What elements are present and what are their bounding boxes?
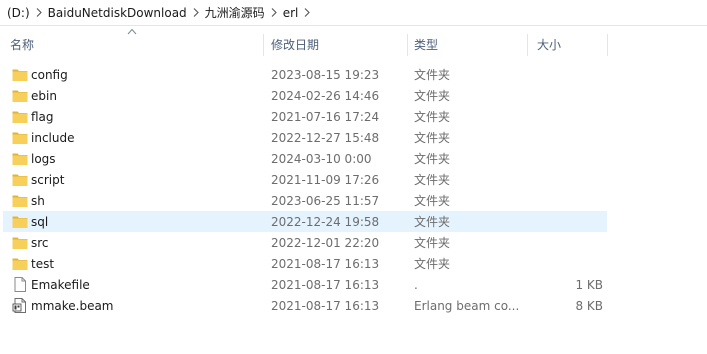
file-row[interactable]: flag 2021-07-16 17:24 文件夹 — [3, 106, 607, 127]
file-type: 文件夹 — [414, 131, 451, 145]
file-row[interactable]: logs 2024-03-10 0:00 文件夹 — [3, 148, 607, 169]
file-row[interactable]: mmake.beam 2021-08-17 16:13 Erlang beam … — [3, 295, 607, 316]
file-date: 2022-12-24 19:58 — [271, 214, 380, 229]
file-type: . — [414, 277, 418, 292]
folder-icon — [12, 88, 28, 103]
breadcrumb-source[interactable]: 九洲渝源码 — [202, 2, 268, 24]
file-type: 文件夹 — [414, 152, 451, 166]
file-type: 文件夹 — [414, 257, 451, 271]
file-date: 2024-03-10 0:00 — [271, 151, 372, 166]
file-row[interactable]: ebin 2024-02-26 14:46 文件夹 — [3, 85, 607, 106]
file-name: sql — [31, 214, 49, 229]
file-date: 2021-08-17 16:13 — [271, 298, 380, 313]
file-name: src — [31, 235, 49, 250]
file-date: 2021-11-09 17:26 — [271, 172, 380, 187]
chevron-right-icon[interactable] — [268, 2, 280, 24]
explorer-window: (D:) BaiduNetdiskDownload 九洲渝源码 erl 名称 修… — [0, 0, 707, 354]
file-name: mmake.beam — [31, 298, 114, 313]
file-name: script — [31, 172, 65, 187]
column-divider[interactable] — [607, 34, 608, 56]
file-type: 文件夹 — [414, 89, 451, 103]
file-type: 文件夹 — [414, 236, 451, 250]
file-name: include — [31, 130, 75, 145]
folder-icon — [12, 151, 28, 166]
file-name: ebin — [31, 88, 57, 103]
file-name: logs — [31, 151, 56, 166]
file-type: 文件夹 — [414, 215, 451, 229]
column-type[interactable]: 类型 — [414, 30, 526, 58]
file-name: test — [31, 256, 55, 271]
column-date[interactable]: 修改日期 — [271, 30, 407, 58]
folder-icon — [12, 256, 28, 271]
chevron-right-icon[interactable] — [190, 2, 202, 24]
folder-icon — [12, 109, 28, 124]
file-row[interactable]: sh 2023-06-25 11:57 文件夹 — [3, 190, 607, 211]
column-header: 名称 修改日期 类型 大小 — [0, 28, 610, 58]
file-date: 2021-07-16 17:24 — [271, 109, 380, 124]
column-size[interactable]: 大小 — [537, 30, 603, 58]
folder-icon — [12, 235, 28, 250]
file-row[interactable]: config 2023-08-15 19:23 文件夹 — [3, 64, 607, 85]
file-row[interactable]: sql 2022-12-24 19:58 文件夹 — [3, 211, 607, 232]
file-size: 1 KB — [575, 277, 603, 292]
file-name: flag — [31, 109, 54, 124]
file-type: Erlang beam co... — [414, 298, 520, 313]
file-name: config — [31, 67, 68, 82]
column-divider[interactable] — [407, 34, 408, 56]
file-date: 2022-12-01 22:20 — [271, 235, 380, 250]
file-name: sh — [31, 193, 45, 208]
file-row[interactable]: Emakefile 2021-08-17 16:13 . 1 KB — [3, 274, 607, 295]
file-type: 文件夹 — [414, 194, 451, 208]
folder-icon — [12, 214, 28, 229]
file-date: 2024-02-26 14:46 — [271, 88, 380, 103]
folder-icon — [12, 130, 28, 145]
folder-icon — [12, 67, 28, 82]
address-bar[interactable]: (D:) BaiduNetdiskDownload 九洲渝源码 erl — [0, 0, 707, 26]
file-date: 2022-12-27 15:48 — [271, 130, 380, 145]
column-divider[interactable] — [527, 34, 528, 56]
file-row[interactable]: src 2022-12-01 22:20 文件夹 — [3, 232, 607, 253]
file-row[interactable]: test 2021-08-17 16:13 文件夹 — [3, 253, 607, 274]
file-row[interactable]: script 2021-11-09 17:26 文件夹 — [3, 169, 607, 190]
column-name[interactable]: 名称 — [10, 30, 260, 58]
file-type: 文件夹 — [414, 68, 451, 82]
chevron-right-icon[interactable] — [33, 2, 45, 24]
folder-icon — [12, 193, 28, 208]
breadcrumb-drive[interactable]: (D:) — [4, 2, 33, 24]
file-row[interactable]: include 2022-12-27 15:48 文件夹 — [3, 127, 607, 148]
file-list: config 2023-08-15 19:23 文件夹 ebin 2024-02… — [0, 64, 610, 316]
file-date: 2023-06-25 11:57 — [271, 193, 380, 208]
chevron-right-icon[interactable] — [301, 2, 313, 24]
breadcrumb-baidunetdisk[interactable]: BaiduNetdiskDownload — [45, 2, 190, 24]
file-type: 文件夹 — [414, 173, 451, 187]
breadcrumb-erl[interactable]: erl — [280, 2, 302, 24]
file-name: Emakefile — [31, 277, 90, 292]
file-icon — [12, 277, 28, 292]
file-date: 2021-08-17 16:13 — [271, 256, 380, 271]
folder-icon — [12, 172, 28, 187]
file-date: 2021-08-17 16:13 — [271, 277, 380, 292]
file-date: 2023-08-15 19:23 — [271, 67, 380, 82]
file-size: 8 KB — [575, 298, 603, 313]
beam-file-icon — [12, 298, 28, 313]
file-type: 文件夹 — [414, 110, 451, 124]
column-divider[interactable] — [263, 34, 264, 56]
